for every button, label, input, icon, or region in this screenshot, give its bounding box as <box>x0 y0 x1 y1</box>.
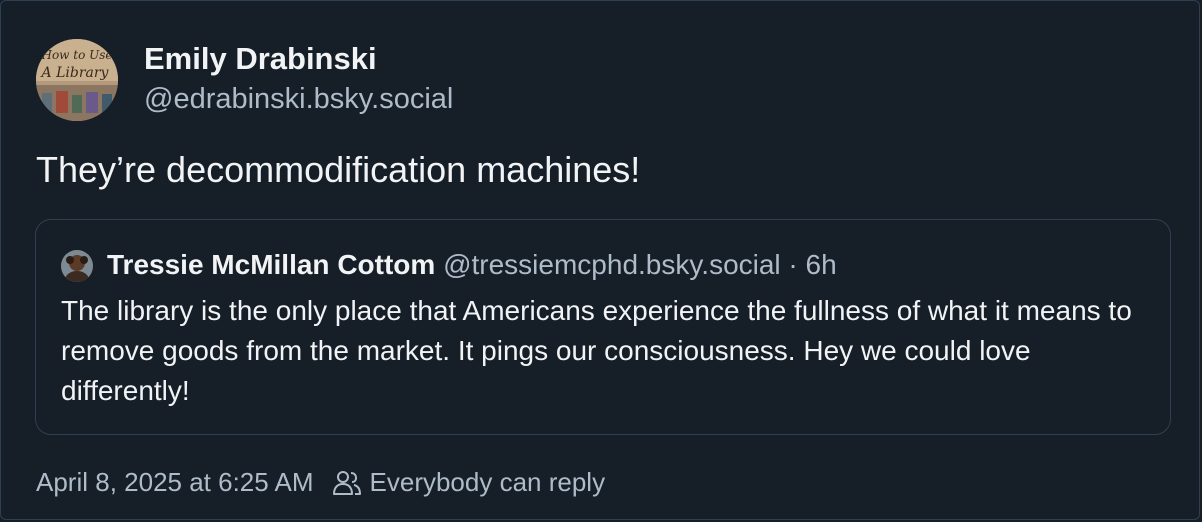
author-display-name[interactable]: Emily Drabinski <box>144 41 377 77</box>
portrait-avatar-icon <box>61 250 93 282</box>
library-book-cover-avatar-icon: How to Use A Library <box>36 39 118 121</box>
avatar-text-line2: A Library <box>40 65 110 81</box>
post-card: How to Use A Library Emily Drabinski @ed… <box>0 0 1200 520</box>
quoted-post[interactable]: Tressie McMillan Cottom @tressiemcphd.bs… <box>35 219 1171 435</box>
quote-header: Tressie McMillan Cottom @tressiemcphd.bs… <box>107 249 837 281</box>
quote-age-separator: · <box>780 249 806 280</box>
author-avatar[interactable]: How to Use A Library <box>36 39 118 121</box>
post-text: They’re decommodification machines! <box>36 149 641 190</box>
quote-author-name[interactable]: Tressie McMillan Cottom <box>107 249 435 280</box>
post-footer: April 8, 2025 at 6:25 AM Everybody can r… <box>36 467 605 498</box>
people-icon <box>332 470 361 495</box>
reply-setting-label[interactable]: Everybody can reply <box>370 467 606 498</box>
avatar-text-line1: How to Use <box>40 48 112 62</box>
quote-author-avatar[interactable] <box>61 250 93 282</box>
quote-text: The library is the only place that Ameri… <box>61 295 1132 406</box>
author-handle[interactable]: @edrabinski.bsky.social <box>144 83 453 116</box>
post-timestamp[interactable]: April 8, 2025 at 6:25 AM <box>36 467 314 498</box>
quote-age: 6h <box>805 249 837 280</box>
quote-author-handle[interactable]: @tressiemcphd.bsky.social <box>443 249 781 280</box>
